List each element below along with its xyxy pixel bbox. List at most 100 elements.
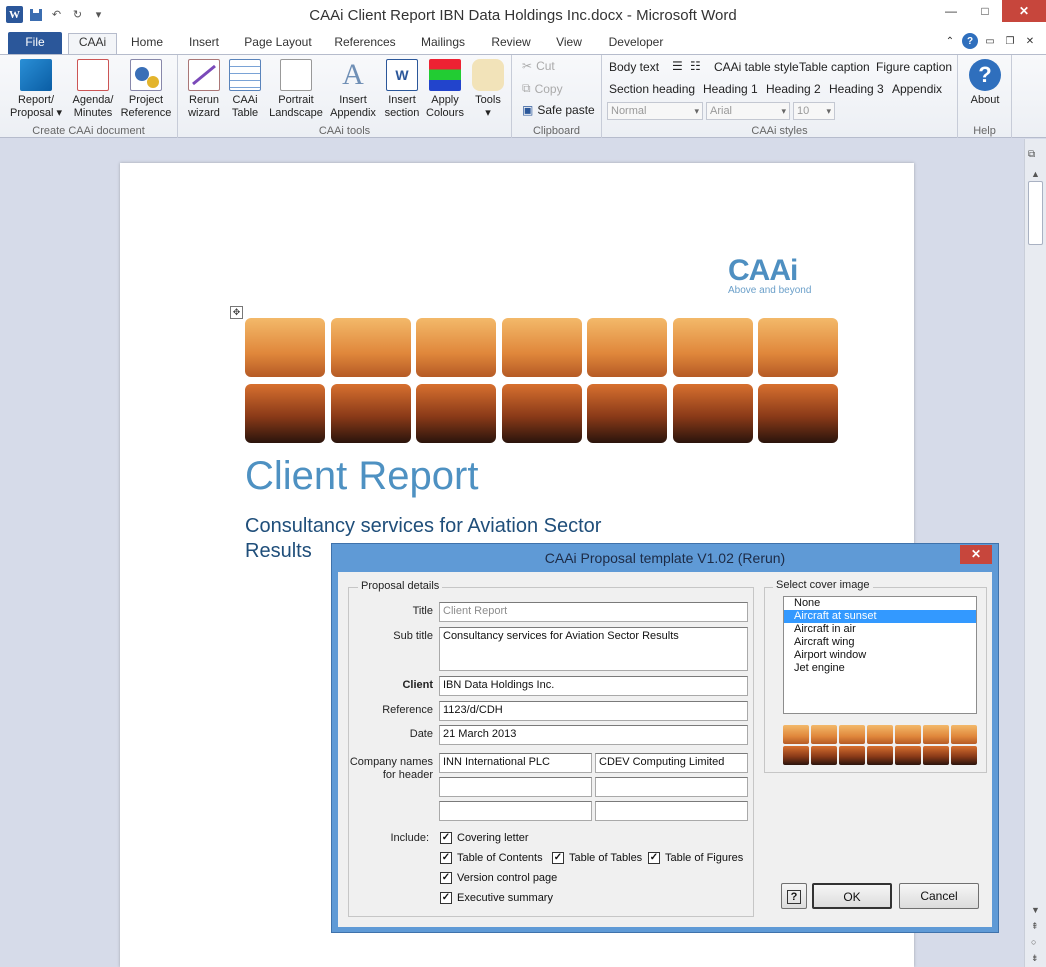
list-item[interactable]: Airport window <box>784 649 976 662</box>
cover-tile <box>951 746 977 765</box>
group-label: Clipboard <box>532 125 581 137</box>
doc-minimize-icon[interactable]: ▭ <box>982 33 998 49</box>
list-item[interactable]: Aircraft wing <box>784 636 976 649</box>
tab-insert[interactable]: Insert <box>182 34 226 54</box>
agenda-minutes-button[interactable]: Agenda/ Minutes <box>68 59 118 120</box>
executive-summary-checkbox[interactable]: ✓ Executive summary <box>440 892 553 904</box>
table-of-contents-checkbox[interactable]: ✓ Table of Contents <box>440 852 543 864</box>
subtitle-field[interactable]: Consultancy services for Aviation Sector… <box>439 627 748 671</box>
size-combo[interactable]: 10 <box>793 102 835 120</box>
minimize-icon[interactable]: — <box>934 0 968 22</box>
bullet-list-icon[interactable]: ☰ <box>672 59 683 73</box>
style-figure-caption[interactable]: Figure caption <box>876 60 952 74</box>
company-name-5-field[interactable] <box>439 801 592 821</box>
cover-tile <box>330 384 411 443</box>
style-heading-1[interactable]: Heading 1 <box>703 82 758 96</box>
close-icon[interactable]: ✕ <box>1002 0 1046 22</box>
tab-mailings[interactable]: Mailings <box>414 34 472 54</box>
tools-button[interactable]: Tools ▾ <box>468 59 508 120</box>
apply-colours-button[interactable]: Apply Colours <box>424 59 466 120</box>
browse-object-icon[interactable]: ○ <box>1031 937 1036 947</box>
company-name-4-field[interactable] <box>595 777 748 797</box>
company-name-2-field[interactable]: CDEV Computing Limited <box>595 753 748 773</box>
tab-page-layout[interactable]: Page Layout <box>240 34 316 54</box>
portrait-landscape-button[interactable]: Portrait Landscape <box>266 59 326 120</box>
ok-button[interactable]: OK <box>812 883 892 909</box>
maximize-icon[interactable]: □ <box>968 0 1002 22</box>
covering-letter-checkbox[interactable]: ✓ Covering letter <box>440 832 529 844</box>
scroll-thumb[interactable] <box>1028 181 1043 245</box>
copy-button[interactable]: ⧉ Copy <box>522 81 563 96</box>
tab-references[interactable]: References <box>331 34 399 54</box>
list-item[interactable]: Jet engine <box>784 662 976 675</box>
help-button[interactable]: ? <box>781 883 807 909</box>
ruler-toggle-icon[interactable]: ⧉ <box>1028 149 1035 160</box>
tab-file[interactable]: File <box>8 32 62 54</box>
rerun-wizard-icon <box>188 59 220 91</box>
group-caai-styles: Body text ☰ ☷ CAAi table style Table cap… <box>602 55 958 138</box>
title-field[interactable]: Client Report <box>439 602 748 622</box>
scroll-up-icon[interactable]: ▲ <box>1031 169 1040 179</box>
style-heading-2[interactable]: Heading 2 <box>766 82 821 96</box>
style-section-heading[interactable]: Section heading <box>609 82 695 96</box>
vertical-scrollbar[interactable]: ⧉ ▲ ▼ ⇞ ○ ⇟ <box>1024 139 1046 967</box>
reference-field[interactable]: 1123/d/CDH <box>439 701 748 721</box>
cover-tile <box>672 318 753 377</box>
tab-caai[interactable]: CAAi <box>68 33 117 54</box>
document-title[interactable]: Client Report <box>245 454 478 499</box>
style-body-text[interactable]: Body text <box>609 60 659 74</box>
cut-button[interactable]: ✂ Cut <box>522 59 555 73</box>
portrait-landscape-icon <box>280 59 312 91</box>
tab-home[interactable]: Home <box>125 34 169 54</box>
next-page-icon[interactable]: ⇟ <box>1031 953 1039 964</box>
agenda-icon <box>77 59 109 91</box>
scroll-down-icon[interactable]: ▼ <box>1031 905 1040 915</box>
doc-close-icon[interactable]: ✕ <box>1022 33 1038 49</box>
company-name-3-field[interactable] <box>439 777 592 797</box>
scissors-icon: ✂ <box>522 59 533 73</box>
cancel-button[interactable]: Cancel <box>899 883 979 909</box>
previous-page-icon[interactable]: ⇞ <box>1031 921 1039 932</box>
dialog-close-icon[interactable]: ✕ <box>960 545 992 564</box>
tab-view[interactable]: View <box>550 34 588 54</box>
table-of-figures-checkbox[interactable]: ✓ Table of Figures <box>648 852 743 864</box>
safe-paste-button[interactable]: ▣ Safe paste <box>522 103 595 117</box>
company-name-6-field[interactable] <box>595 801 748 821</box>
insert-section-icon: W <box>386 59 418 91</box>
style-heading-3[interactable]: Heading 3 <box>829 82 884 96</box>
insert-appendix-button[interactable]: A Insert Appendix <box>326 59 380 120</box>
report-proposal-button[interactable]: Report/ Proposal ▾ <box>10 59 62 120</box>
date-field[interactable]: 21 March 2013 <box>439 725 748 745</box>
company-name-1-field[interactable]: INN International PLC <box>439 753 592 773</box>
numbered-list-icon[interactable]: ☷ <box>690 59 701 73</box>
paste-icon: ▣ <box>522 103 534 117</box>
list-item-selected[interactable]: Aircraft at sunset <box>784 610 976 623</box>
caai-table-button[interactable]: CAAi Table <box>228 59 262 120</box>
font-combo[interactable]: Arial <box>706 102 790 120</box>
list-item[interactable]: Aircraft in air <box>784 623 976 636</box>
style-table-caption[interactable]: Table caption <box>799 60 870 74</box>
title-bar: W ↶ ↻ ▾ CAAi Client Report IBN Data Hold… <box>0 0 1046 30</box>
caai-logo: CAAi Above and beyond <box>728 254 812 296</box>
tab-review[interactable]: Review <box>486 34 536 54</box>
doc-restore-icon[interactable]: ❐ <box>1002 33 1018 49</box>
cover-tile <box>587 384 667 443</box>
table-of-tables-checkbox[interactable]: ✓ Table of Tables <box>552 852 642 864</box>
help-icon[interactable]: ? <box>962 33 978 49</box>
collapse-ribbon-icon[interactable]: ⌃ <box>942 33 958 49</box>
tab-developer[interactable]: Developer <box>602 34 670 54</box>
style-caai-table[interactable]: CAAi table style <box>714 60 799 74</box>
client-field[interactable]: IBN Data Holdings Inc. <box>439 676 748 696</box>
title-label: Title <box>412 605 433 617</box>
about-button[interactable]: ? About <box>964 59 1006 107</box>
version-control-checkbox[interactable]: ✓ Version control page <box>440 872 557 884</box>
style-appendix[interactable]: Appendix <box>892 82 942 96</box>
style-combo[interactable]: Normal <box>607 102 703 120</box>
project-reference-button[interactable]: Project Reference <box>120 59 172 120</box>
rerun-wizard-button[interactable]: Rerun wizard <box>183 59 225 120</box>
insert-section-button[interactable]: W Insert section <box>380 59 424 120</box>
date-label: Date <box>409 728 433 740</box>
list-item[interactable]: None <box>784 597 976 610</box>
cover-image-listbox[interactable]: None Aircraft at sunset Aircraft in air … <box>783 596 977 714</box>
table-move-handle-icon[interactable]: ✥ <box>230 306 243 319</box>
